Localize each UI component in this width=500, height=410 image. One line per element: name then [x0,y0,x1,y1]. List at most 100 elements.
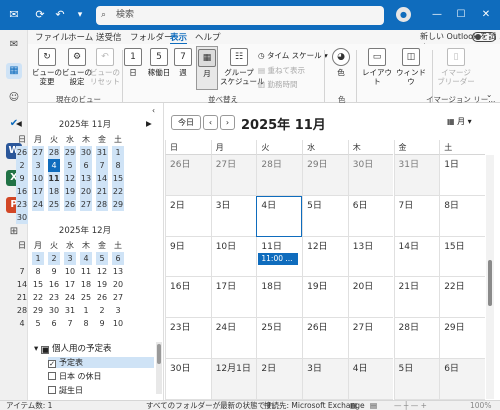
calendar-day-cell[interactable]: 27日 [347,318,394,359]
mini-calendar-day[interactable]: 18 [80,278,92,291]
mini-calendar-day[interactable]: 7 [96,159,108,172]
calendar-day-cell[interactable]: 25日 [256,318,303,359]
mini-calendar-day[interactable]: 27 [32,146,44,159]
mini-calendar-day[interactable]: 28 [16,304,28,317]
mail-icon[interactable]: ✉ [6,37,22,53]
calendar-day-cell[interactable]: 19日 [302,277,348,319]
mini-calendar-day[interactable]: 8 [112,159,124,172]
close-button[interactable]: ✕ [477,6,495,24]
mini-calendar-day[interactable]: 14 [96,172,108,185]
tab-help[interactable]: ヘルプ [195,31,221,43]
folder-item-calendar[interactable]: ✓ 予定表 [48,357,154,368]
mini-calendar-day[interactable]: 19 [96,278,108,291]
folder-scrollbar[interactable] [156,342,162,394]
mini-calendar-day[interactable]: 8 [80,317,92,330]
mini-calendar-day[interactable]: 7 [16,265,28,278]
mini-calendar-day[interactable]: 16 [48,278,60,291]
calendar-day-cell[interactable]: 29日 [439,318,485,359]
calendar-day-cell[interactable]: 21日 [393,277,440,319]
mini-calendar-day[interactable]: 14 [16,278,28,291]
mini-calendar-day[interactable]: 13 [112,265,124,278]
mini-calendar-day[interactable]: 16 [16,185,28,198]
mini-calendar-day[interactable]: 20 [80,185,92,198]
mini-calendar-day[interactable]: 22 [32,291,44,304]
mini-calendar-day[interactable]: 28 [96,198,108,211]
view-selector[interactable]: ▦ 月 ▾ [447,116,472,127]
calendar-day-cell[interactable]: 7日 [393,195,440,237]
calendar-day-cell[interactable]: 23日 [165,318,211,359]
mini-calendar-day[interactable]: 20 [112,278,124,291]
calendar-day-cell[interactable]: 17日 [210,277,257,319]
tab-home[interactable]: ホーム [68,31,93,43]
mini-calendar-day[interactable]: 3 [64,252,76,265]
change-view-button[interactable]: ↻ ビューの 変更 [32,48,62,86]
time-scale-button[interactable]: ◷ タイム スケール ▾ [258,50,328,61]
mini-calendar-day[interactable]: 15 [32,278,44,291]
immersive-reader-button[interactable]: ▯ イマージ ブリーダー [436,48,476,86]
quick-access-dropdown-icon[interactable]: ▾ [72,7,88,23]
folder-item-birthdays[interactable]: 誕生日 [48,385,83,396]
calendar-day-cell[interactable]: 22日 [439,277,485,319]
calendar-day-cell[interactable]: 20日 [347,277,394,319]
calendar-day-cell[interactable]: 30日 [347,155,394,196]
maximize-button[interactable]: ☐ [452,6,470,24]
mini-calendar-day[interactable]: 3 [32,159,44,172]
calendar-day-cell[interactable]: 6日 [439,359,485,400]
collapse-ribbon-icon[interactable]: ⌄ [486,90,492,99]
mini-calendar-day[interactable]: 3 [112,304,124,317]
mini-calendar-day[interactable]: 8 [32,265,44,278]
reset-view-button[interactable]: ↶ ビューの リセット [90,48,120,86]
zoom-slider[interactable]: — ┼ — + [394,401,427,410]
calendar-day-cell[interactable]: 5日 [393,359,440,400]
day-view-button[interactable]: 1 日 [122,48,144,77]
calendar-day-cell[interactable]: 27日 [210,155,257,196]
calendar-day-cell[interactable]: 26日 [165,155,211,196]
avatar[interactable]: ● [396,7,411,22]
mini-calendar-day[interactable]: 30 [80,146,92,159]
prev-button[interactable]: ‹ [203,115,218,130]
mini-calendar-day[interactable]: 2 [16,159,28,172]
mini-calendar-day[interactable]: 29 [112,198,124,211]
mini-calendar-day[interactable]: 2 [48,252,60,265]
mini-calendar-day[interactable]: 17 [64,278,76,291]
reading-view-icon[interactable]: ▤ [370,401,377,410]
color-button[interactable]: ◕ 色 [330,48,352,77]
window-button[interactable]: ◫ ウィンドウ [394,48,428,86]
calendar-day-cell[interactable]: 12日 [302,236,348,278]
mini-calendar-day[interactable]: 1 [32,252,44,265]
collapse-pane-icon[interactable]: ‹ [152,106,155,115]
calendar-day-cell[interactable]: 31日 [393,155,440,196]
sync-icon[interactable]: ⟳ [32,7,48,23]
mini-calendar-day[interactable]: 5 [32,317,44,330]
layout-button[interactable]: ▭ レイアウト [360,48,394,86]
calendar-icon[interactable]: ▦ [6,63,22,79]
calendar-day-cell[interactable]: 9日 [165,236,211,278]
mini-calendar-day[interactable]: 4 [48,159,60,172]
mini-calendar-day[interactable]: 6 [112,252,124,265]
mini-calendar-day[interactable]: 15 [112,172,124,185]
tab-view[interactable]: 表示 [170,31,188,45]
mini-calendar-day[interactable]: 4 [80,252,92,265]
mini-calendar-day[interactable]: 9 [16,172,28,185]
calendar-day-cell[interactable]: 3日 [210,195,257,237]
normal-view-icon[interactable]: ▦ [350,401,357,410]
calendar-day-cell[interactable]: 24日 [210,318,257,359]
folder-group-header[interactable]: ▾ ■ 個人用の予定表 [34,342,111,354]
mini-calendar-day[interactable]: 24 [64,291,76,304]
mini-calendar-day[interactable]: 28 [48,146,60,159]
calendar-day-cell[interactable]: 4日 [347,359,394,400]
mini-calendar-day[interactable]: 11 [48,172,60,185]
week-view-button[interactable]: 7 週 [172,48,194,77]
mini-calendar-day[interactable]: 31 [96,146,108,159]
next-button[interactable]: › [220,115,235,130]
mini-calendar-day[interactable]: 29 [64,146,76,159]
calendar-day-cell[interactable]: 5日 [302,195,348,237]
tab-folder[interactable]: フォルダー [130,31,173,43]
folder-item-holidays[interactable]: 日本 の休日 [48,371,102,382]
mini-calendar-day[interactable]: 27 [112,291,124,304]
month-view-button[interactable]: ▦ 月 [196,46,218,90]
mini-calendar-day[interactable]: 25 [80,291,92,304]
mini-calendar-day[interactable]: 30 [48,304,60,317]
mini-calendar-day[interactable]: 5 [64,159,76,172]
mini-calendar-day[interactable]: 25 [48,198,60,211]
